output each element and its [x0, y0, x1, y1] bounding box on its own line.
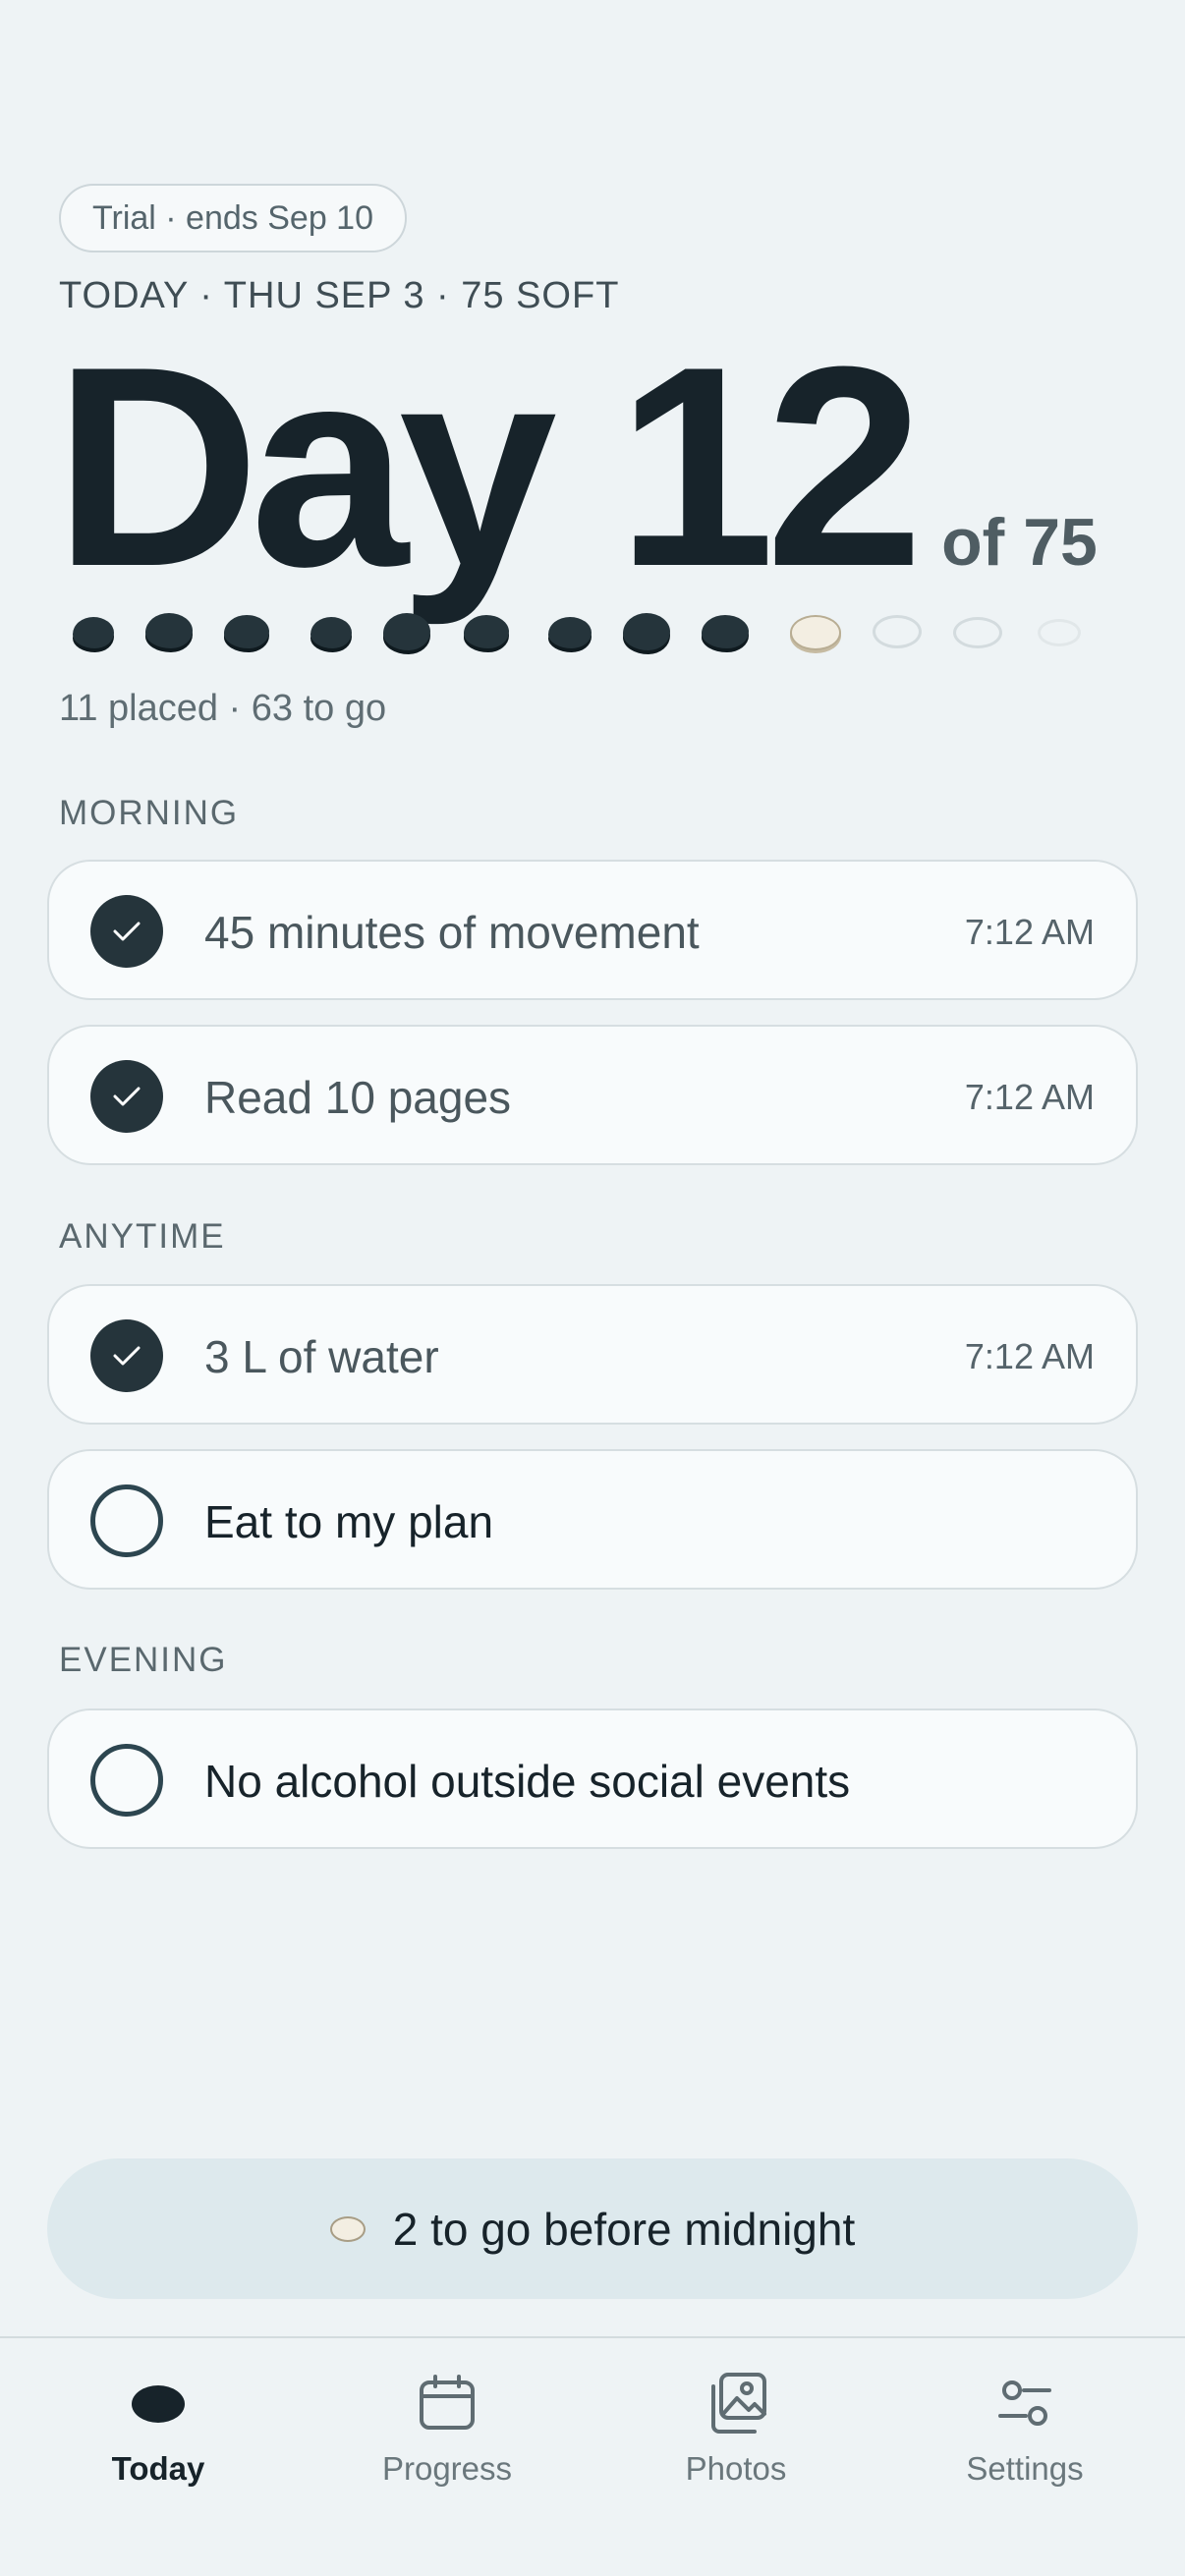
tab-settings[interactable]: Settings	[877, 2368, 1172, 2505]
stone-placed	[224, 615, 269, 648]
today-screen: Trial · ends Sep 10 TODAY · THU SEP 3 · …	[0, 0, 1185, 2576]
task-label: Eat to my plan	[204, 1495, 494, 1547]
day-counter: Day 12 of 75	[54, 324, 1098, 609]
task-row[interactable]: 45 minutes of movement 7:12 AM	[47, 860, 1138, 1000]
task-label: Read 10 pages	[204, 1071, 512, 1123]
stone-placed	[383, 613, 430, 650]
tab-label: Today	[111, 2450, 205, 2487]
section-morning-label: MORNING	[59, 794, 240, 832]
task-time: 7:12 AM	[964, 1335, 1095, 1376]
trial-badge[interactable]: Trial · ends Sep 10	[59, 184, 407, 252]
placed-count: 11 placed · 63 to go	[59, 688, 387, 729]
task-row[interactable]: 3 L of water 7:12 AM	[47, 1284, 1138, 1425]
stone-progress-row	[69, 609, 1100, 668]
stone-future	[873, 615, 922, 648]
unchecked-circle-icon[interactable]	[90, 1744, 163, 1817]
stone-placed	[145, 613, 193, 648]
checked-icon[interactable]	[90, 1319, 163, 1392]
task-label: 3 L of water	[204, 1330, 439, 1382]
section-evening-label: EVENING	[59, 1641, 228, 1679]
stone-future	[1038, 619, 1081, 646]
stone-placed	[702, 615, 749, 648]
task-time: 7:12 AM	[964, 911, 1095, 952]
day-title: Day 12	[54, 308, 924, 626]
stone-today	[790, 615, 841, 650]
stone-placed	[73, 617, 114, 648]
tab-label: Photos	[685, 2450, 787, 2487]
sliders-icon	[994, 2368, 1055, 2438]
bottom-tab-bar: Today Progress Photos Settings	[0, 2336, 1185, 2576]
stone-placed	[310, 617, 352, 648]
day-total: of 75	[941, 505, 1098, 580]
checked-icon[interactable]	[90, 895, 163, 968]
section-anytime-label: ANYTIME	[59, 1217, 226, 1256]
tab-label: Settings	[966, 2450, 1084, 2487]
unchecked-circle-icon[interactable]	[90, 1484, 163, 1557]
photos-icon	[704, 2368, 768, 2438]
stone-placed	[623, 613, 670, 650]
tab-photos[interactable]: Photos	[589, 2368, 883, 2505]
tab-label: Progress	[381, 2450, 513, 2487]
stone-future	[953, 617, 1002, 648]
stone-icon	[329, 2215, 366, 2242]
tab-today[interactable]: Today	[11, 2368, 306, 2505]
task-row[interactable]: Read 10 pages 7:12 AM	[47, 1025, 1138, 1165]
stone-placed	[464, 615, 509, 648]
checked-icon[interactable]	[90, 1060, 163, 1133]
calendar-icon	[417, 2368, 478, 2438]
task-row[interactable]: Eat to my plan	[47, 1449, 1138, 1590]
task-time: 7:12 AM	[964, 1076, 1095, 1117]
task-row[interactable]: No alcohol outside social events	[47, 1708, 1138, 1849]
task-label: No alcohol outside social events	[204, 1755, 851, 1807]
stone-placed	[548, 617, 592, 648]
stone-icon	[129, 2368, 188, 2438]
remaining-banner-button[interactable]: 2 to go before midnight	[47, 2158, 1138, 2299]
task-label: 45 minutes of movement	[204, 906, 700, 958]
tab-progress[interactable]: Progress	[300, 2368, 594, 2505]
remaining-banner-label: 2 to go before midnight	[392, 2203, 856, 2255]
